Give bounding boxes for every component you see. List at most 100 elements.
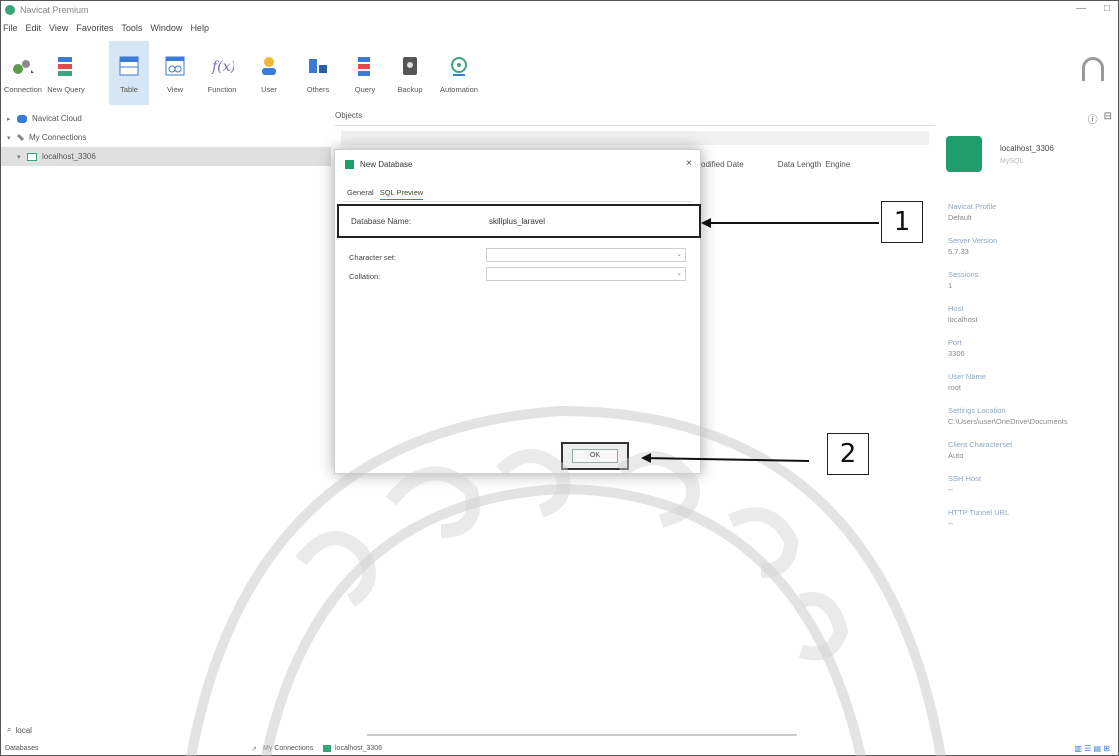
automation-button[interactable]: Automation (433, 41, 485, 105)
dialog-title: New Database (345, 160, 412, 169)
info-field: Client Characterset Auto (948, 440, 1013, 460)
info-field: SSH Host -- (948, 474, 981, 494)
menu-window[interactable]: Window (150, 23, 182, 33)
nav-item-navicat-cloud[interactable]: ▸ Navicat Cloud (1, 109, 331, 128)
status-connection: My Connections (263, 745, 314, 752)
others-icon (305, 53, 331, 79)
objects-tab[interactable]: Objects (335, 111, 362, 120)
character-set-select[interactable]: ⌄ (486, 248, 686, 262)
others-button[interactable]: Others (295, 41, 341, 105)
search-input[interactable]: local (15, 726, 31, 735)
nav-item-my-connections[interactable]: ▾ My Connections (1, 128, 331, 147)
menu-favorites[interactable]: Favorites (76, 23, 113, 33)
tab-sql-preview[interactable]: SQL Preview (379, 188, 424, 200)
info-field: Settings Location C:\Users\user\OneDrive\… (948, 406, 1068, 426)
info-field: Navicat Profile Default (948, 202, 997, 222)
navicat-logo-icon (5, 5, 15, 15)
connection-button[interactable]: Connection (3, 41, 43, 105)
info-field: HTTP Tunnel URL -- (948, 508, 1010, 528)
info-field: Server Version 5.7.33 (948, 236, 998, 256)
query-icon (352, 53, 378, 79)
collation-select[interactable]: ⌄ (486, 267, 686, 281)
collation-label: Collation: (349, 272, 381, 281)
new-query-button[interactable]: New Query (43, 41, 89, 105)
info-panel: ⓘ ⊟ localhost_3306 MySQL Navicat Profile… (936, 111, 1119, 711)
view-mode-icons[interactable]: ▥ ☰ ▤ ⊞ (1074, 744, 1110, 753)
app-window: Navicat Premium — □ File Edit View Favor… (0, 0, 1119, 756)
table-button[interactable]: Table (109, 41, 149, 105)
connection-icon (10, 53, 36, 79)
new-database-dialog: New Database × General SQL Preview Datab… (334, 149, 701, 474)
chevron-down-icon[interactable]: ▾ (7, 134, 17, 142)
search-icon: ⌕ (7, 725, 12, 734)
user-icon (256, 53, 282, 79)
menu-edit[interactable]: Edit (26, 23, 42, 33)
info-icon[interactable]: ⓘ (1088, 111, 1098, 126)
menu-tools[interactable]: Tools (121, 23, 142, 33)
info-field: Host localhost (948, 304, 978, 324)
database-name-input[interactable]: skillplus_laravel (489, 217, 545, 226)
ok-highlight-box: OK (561, 442, 629, 470)
chevron-down-icon[interactable]: ▾ (17, 153, 27, 161)
window-title: Navicat Premium (20, 5, 89, 15)
database-name-row: Database Name: skillplus_laravel (337, 204, 701, 238)
ddl-icon[interactable]: ⊟ (1104, 111, 1112, 126)
function-button[interactable]: f(x) Function (201, 41, 243, 105)
query-button[interactable]: Query (345, 41, 385, 105)
view-icon (162, 53, 188, 79)
view-button[interactable]: View (155, 41, 195, 105)
objects-toolbar (341, 131, 929, 145)
callout-1: 1 (881, 201, 923, 243)
connection-icon (16, 133, 25, 142)
main-toolbar: Connection New Query Table View f(x) Fun… (1, 41, 1118, 105)
mysql-logo-icon (946, 136, 982, 172)
backup-button[interactable]: Backup (389, 41, 431, 105)
tab-general[interactable]: General (347, 188, 374, 200)
divider (343, 201, 693, 202)
objects-column-headers: odified Date Data Length Engine (701, 160, 850, 169)
status-db: localhost_3306 (335, 745, 383, 752)
automation-icon (446, 53, 472, 79)
horizontal-scrollbar[interactable] (367, 734, 797, 736)
backup-icon (397, 53, 423, 79)
database-name-label: Database Name: (351, 217, 412, 226)
minimize-button[interactable]: — (1076, 3, 1086, 14)
column-header-engine[interactable]: Engine (825, 160, 850, 169)
new-query-icon (53, 53, 79, 79)
divider (335, 125, 935, 126)
menu-help[interactable]: Help (190, 23, 209, 33)
status-databases: Databases (5, 745, 39, 752)
user-button[interactable]: User (249, 41, 289, 105)
navigator-search[interactable]: ⌕ local (7, 725, 32, 735)
info-field: Sessions 1 (948, 270, 979, 290)
window-controls: — □ (1076, 3, 1110, 14)
character-set-label: Character set: (349, 253, 397, 262)
nav-item-localhost[interactable]: ▾ localhost_3306 (1, 147, 331, 166)
title-bar: Navicat Premium — □ (1, 1, 1118, 19)
column-header-modified-date[interactable]: odified Date (701, 160, 744, 169)
callout-2: 2 (827, 433, 869, 475)
chevron-right-icon[interactable]: ▸ (7, 115, 17, 123)
cloud-icon (17, 114, 27, 123)
svg-text:f(x): f(x) (211, 59, 234, 75)
chevron-down-icon: ⌄ (676, 270, 682, 277)
account-icon[interactable] (1082, 57, 1104, 81)
menu-file[interactable]: File (3, 23, 18, 33)
maximize-button[interactable]: □ (1104, 3, 1110, 14)
info-field: User Name root (948, 372, 986, 392)
mysql-icon (323, 745, 331, 752)
navigator-pane: ▸ Navicat Cloud ▾ My Connections ▾ local… (1, 109, 331, 709)
connection-name: localhost_3306 (1000, 144, 1054, 153)
info-field: Port 3306 (948, 338, 965, 358)
info-panel-icons: ⓘ ⊟ (1088, 111, 1112, 126)
ok-button[interactable]: OK (572, 449, 618, 463)
status-bar: Databases ↗ My Connections localhost_330… (1, 744, 1118, 756)
close-icon[interactable]: × (686, 158, 692, 169)
menu-bar: File Edit View Favorites Tools Window He… (3, 23, 209, 33)
menu-view[interactable]: View (49, 23, 68, 33)
info-fields: Navicat Profile Default Server Version 5.7… (948, 201, 1118, 541)
table-icon (116, 53, 142, 79)
dialog-tabs: General SQL Preview (347, 188, 424, 200)
column-header-data-length[interactable]: Data Length (778, 160, 822, 169)
chevron-down-icon: ⌄ (676, 251, 682, 258)
